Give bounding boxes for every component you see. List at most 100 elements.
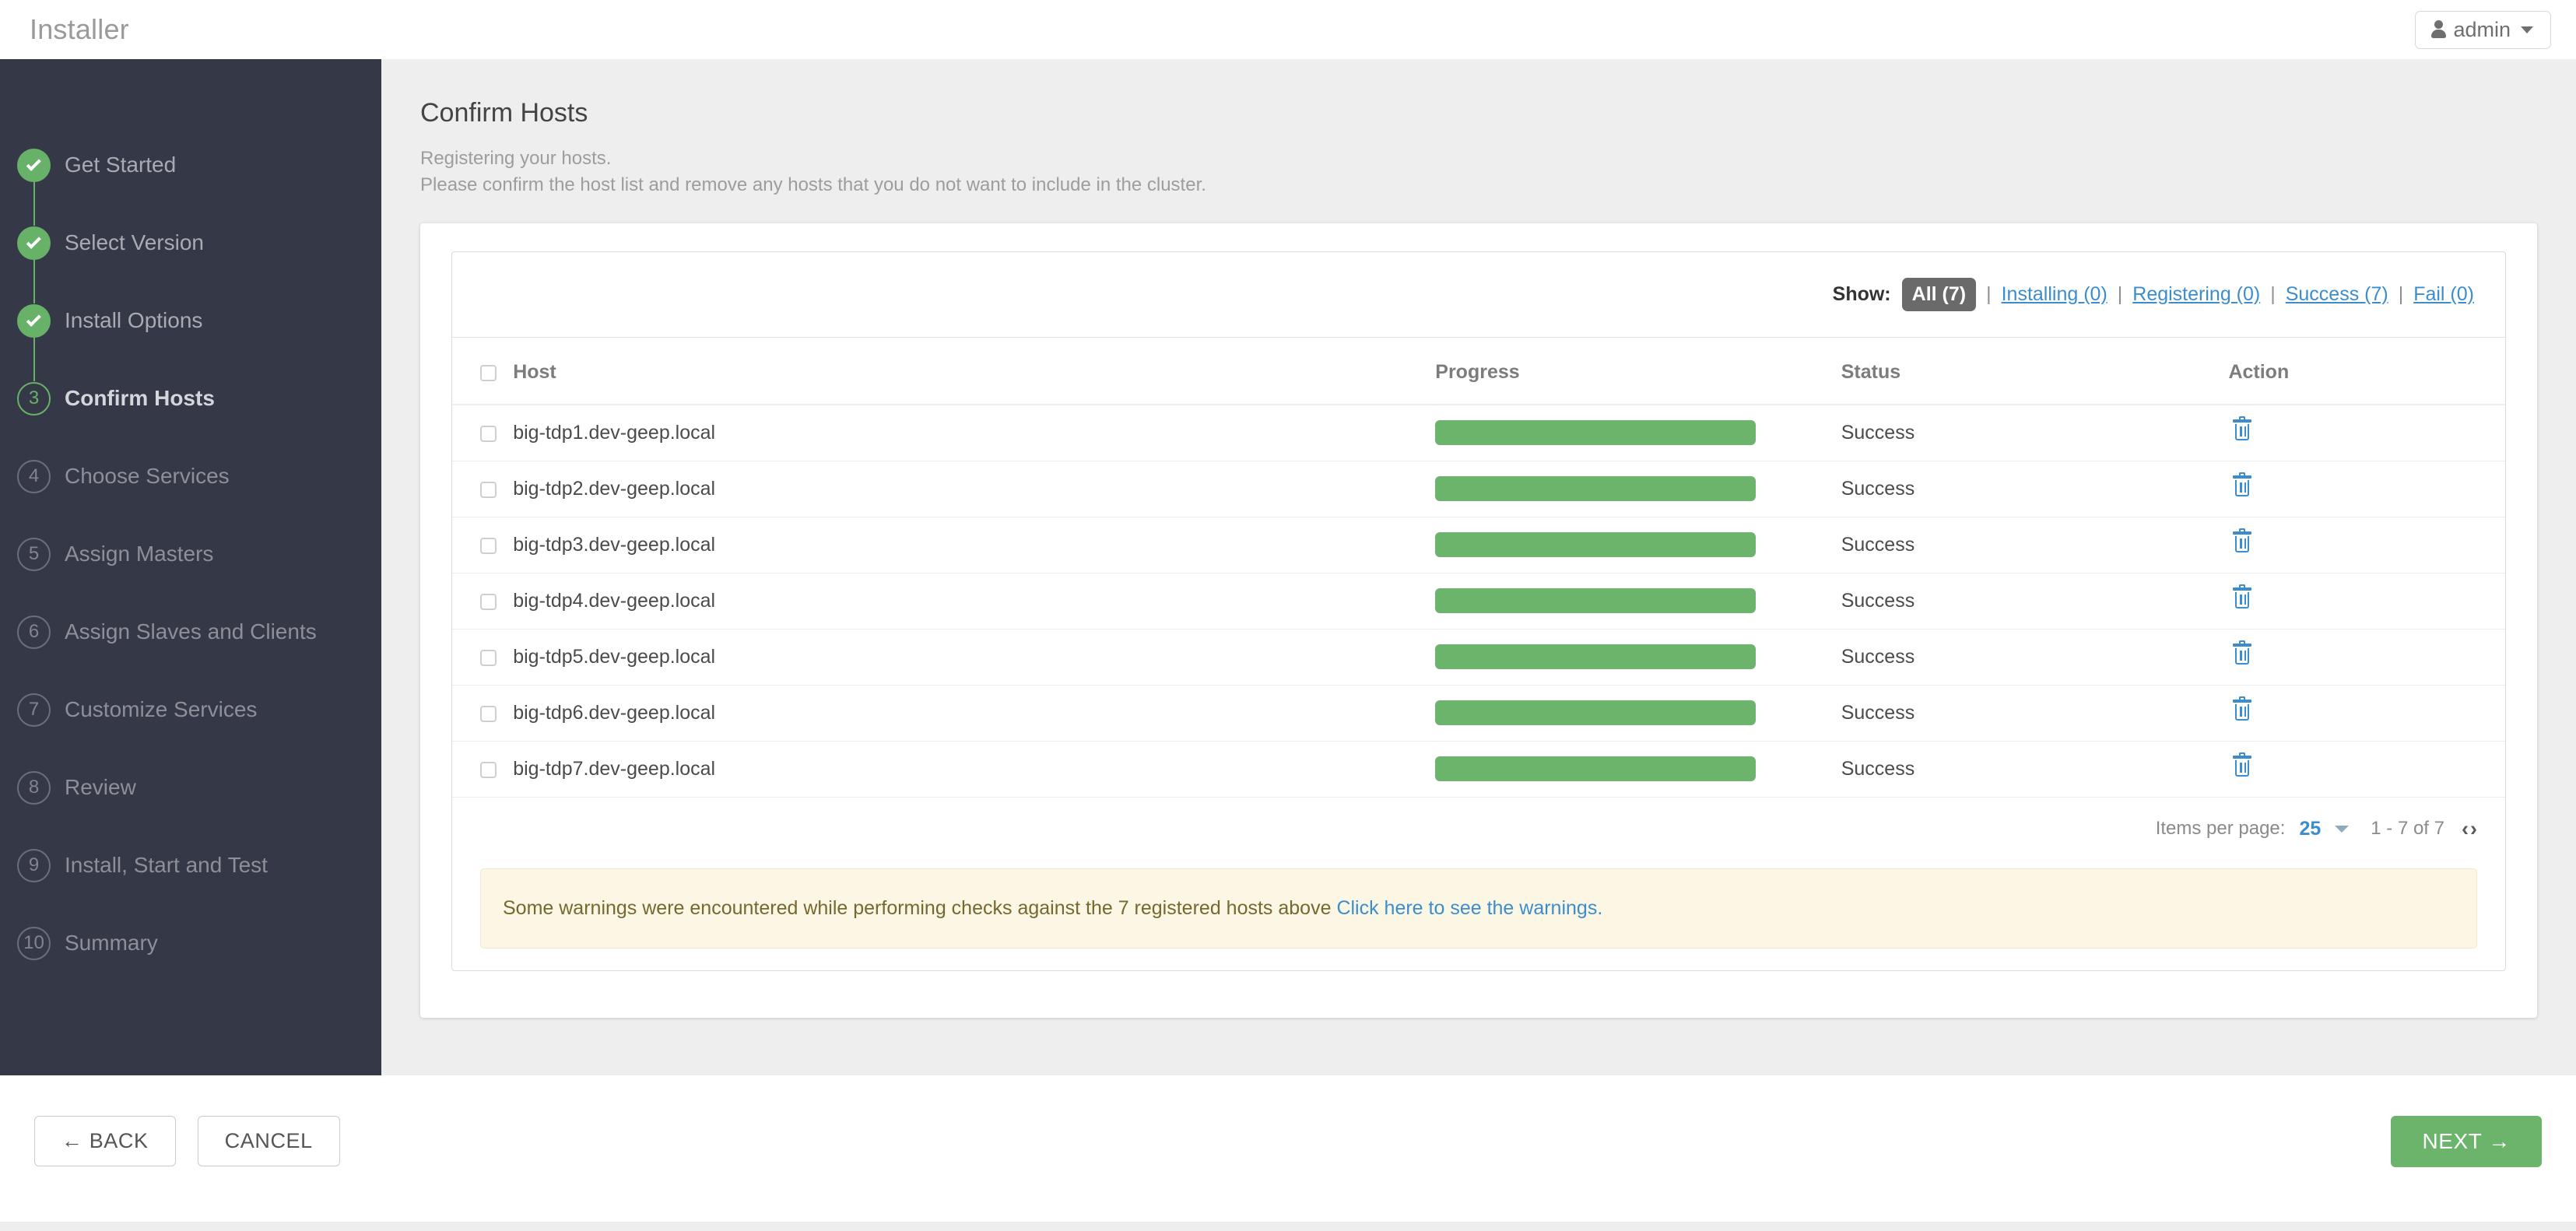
sidebar-item-get-started[interactable]: Get Started xyxy=(0,126,381,226)
trash-icon[interactable] xyxy=(2233,640,2252,665)
footer-left-actions: ← BACK CANCEL xyxy=(34,1116,340,1166)
items-per-page-value[interactable]: 25 xyxy=(2299,818,2321,840)
filter-separator: | xyxy=(1986,283,1992,306)
sidebar-item-label: Confirm Hosts xyxy=(65,386,215,410)
row-progress-cell xyxy=(1435,629,1841,686)
step-status-done-icon xyxy=(17,226,51,260)
status-filter-bar: Show: All (7) | Installing (0) | Registe… xyxy=(452,252,2505,338)
hosts-table: Host Progress Status Action big-tdp1.dev… xyxy=(452,338,2505,798)
step-number: 9 xyxy=(17,848,51,882)
table-row: big-tdp3.dev-geep.local Success xyxy=(452,517,2505,573)
cancel-button[interactable]: CANCEL xyxy=(197,1116,340,1166)
chevron-down-icon[interactable] xyxy=(2335,825,2350,833)
row-select-cell xyxy=(452,685,514,742)
trash-icon[interactable] xyxy=(2233,752,2252,777)
row-checkbox[interactable] xyxy=(480,593,497,610)
hosts-table-head: Host Progress Status Action xyxy=(452,338,2505,406)
content-title: Confirm Hosts xyxy=(420,98,588,128)
sidebar-item-label: Customize Services xyxy=(65,697,258,721)
sidebar-item-select-version[interactable]: Select Version xyxy=(0,204,381,303)
page-title: Installer xyxy=(30,13,129,45)
sidebar-item-customize-services[interactable]: 7 Customize Services xyxy=(0,671,381,749)
row-checkbox[interactable] xyxy=(480,705,497,722)
hosts-panel: Show: All (7) | Installing (0) | Registe… xyxy=(451,251,2506,971)
paginator: Items per page: 25 1 - 7 of 7 ‹ › xyxy=(452,798,2505,861)
trash-icon[interactable] xyxy=(2233,584,2252,609)
filter-registering[interactable]: Registering (0) xyxy=(2132,283,2260,306)
sidebar-item-review[interactable]: 8 Review xyxy=(0,749,381,826)
trash-icon[interactable] xyxy=(2233,528,2252,553)
filter-installing[interactable]: Installing (0) xyxy=(2002,283,2107,306)
top-bar: Installer admin xyxy=(0,0,2576,59)
warning-link[interactable]: Click here to see the warnings. xyxy=(1336,897,1602,919)
select-all-checkbox[interactable] xyxy=(480,365,497,382)
step-connector xyxy=(33,260,35,303)
row-host: big-tdp6.dev-geep.local xyxy=(513,685,1436,742)
step-number: 10 xyxy=(17,926,51,960)
row-checkbox[interactable] xyxy=(480,649,497,666)
sidebar-item-install-options[interactable]: Install Options xyxy=(0,282,381,381)
page-range: 1 - 7 of 7 xyxy=(2371,818,2444,840)
step-number: 8 xyxy=(17,770,51,805)
progress-bar xyxy=(1435,476,1757,502)
filter-fail[interactable]: Fail (0) xyxy=(2413,283,2474,306)
row-progress-cell xyxy=(1435,741,1841,798)
sidebar-item-label: Review xyxy=(65,775,136,799)
step-number: 4 xyxy=(17,459,51,493)
filter-separator: | xyxy=(2398,283,2404,306)
progress-bar xyxy=(1435,756,1757,782)
progress-fill xyxy=(1435,532,1757,558)
row-host: big-tdp1.dev-geep.local xyxy=(513,405,1436,461)
sidebar-item-label: Install, Start and Test xyxy=(65,853,268,877)
step-status-done-icon xyxy=(17,148,51,182)
row-checkbox[interactable] xyxy=(480,537,497,554)
row-checkbox[interactable] xyxy=(480,425,497,442)
row-status: Success xyxy=(1841,517,2229,573)
sidebar-item-label: Select Version xyxy=(65,230,204,254)
back-button[interactable]: ← BACK xyxy=(34,1116,176,1166)
row-status: Success xyxy=(1841,629,2229,686)
table-row: big-tdp6.dev-geep.local Success xyxy=(452,685,2505,742)
trash-icon[interactable] xyxy=(2233,472,2252,497)
step-connector xyxy=(33,182,35,226)
chevron-right-icon[interactable]: › xyxy=(2470,818,2477,840)
trash-icon[interactable] xyxy=(2233,416,2252,441)
row-select-cell xyxy=(452,405,514,461)
row-status: Success xyxy=(1841,741,2229,798)
sidebar-item-confirm-hosts[interactable]: 3 Confirm Hosts xyxy=(0,359,381,437)
hosts-table-body: big-tdp1.dev-geep.local Success big-tdp2… xyxy=(452,405,2505,798)
row-checkbox[interactable] xyxy=(480,481,497,498)
row-status: Success xyxy=(1841,685,2229,742)
sidebar-item-summary[interactable]: 10 Summary xyxy=(0,904,381,982)
row-select-cell xyxy=(452,517,514,573)
filter-separator: | xyxy=(2270,283,2276,306)
sidebar-item-assign-masters[interactable]: 5 Assign Masters xyxy=(0,515,381,593)
sidebar-item-label: Install Options xyxy=(65,308,203,332)
show-label: Show: xyxy=(1832,283,1891,306)
progress-fill xyxy=(1435,588,1757,614)
header-status: Status xyxy=(1841,338,2229,406)
row-action-cell xyxy=(2228,629,2505,686)
row-progress-cell xyxy=(1435,461,1841,517)
progress-fill xyxy=(1435,756,1757,782)
chevron-left-icon[interactable]: ‹ xyxy=(2462,818,2469,840)
user-menu-button[interactable]: admin xyxy=(2415,10,2551,49)
installer-app: Installer admin Get Started Select Versi… xyxy=(0,0,2576,1231)
row-status: Success xyxy=(1841,573,2229,630)
warning-banner: Some warnings were encountered while per… xyxy=(480,868,2477,949)
filter-success[interactable]: Success (7) xyxy=(2286,283,2388,306)
row-action-cell xyxy=(2228,573,2505,630)
next-button[interactable]: NEXT → xyxy=(2391,1116,2542,1167)
row-checkbox[interactable] xyxy=(480,761,497,778)
filter-all[interactable]: All (7) xyxy=(1901,278,1977,312)
progress-fill xyxy=(1435,476,1757,502)
sidebar-item-label: Assign Masters xyxy=(65,542,214,566)
step-number: 5 xyxy=(17,537,51,571)
sidebar-item-choose-services[interactable]: 4 Choose Services xyxy=(0,437,381,515)
sidebar-item-assign-slaves-and-clients[interactable]: 6 Assign Slaves and Clients xyxy=(0,593,381,671)
header-host: Host xyxy=(513,338,1436,406)
trash-icon[interactable] xyxy=(2233,696,2252,721)
row-action-cell xyxy=(2228,685,2505,742)
sidebar-item-install-start-and-test[interactable]: 9 Install, Start and Test xyxy=(0,826,381,904)
row-action-cell xyxy=(2228,517,2505,573)
